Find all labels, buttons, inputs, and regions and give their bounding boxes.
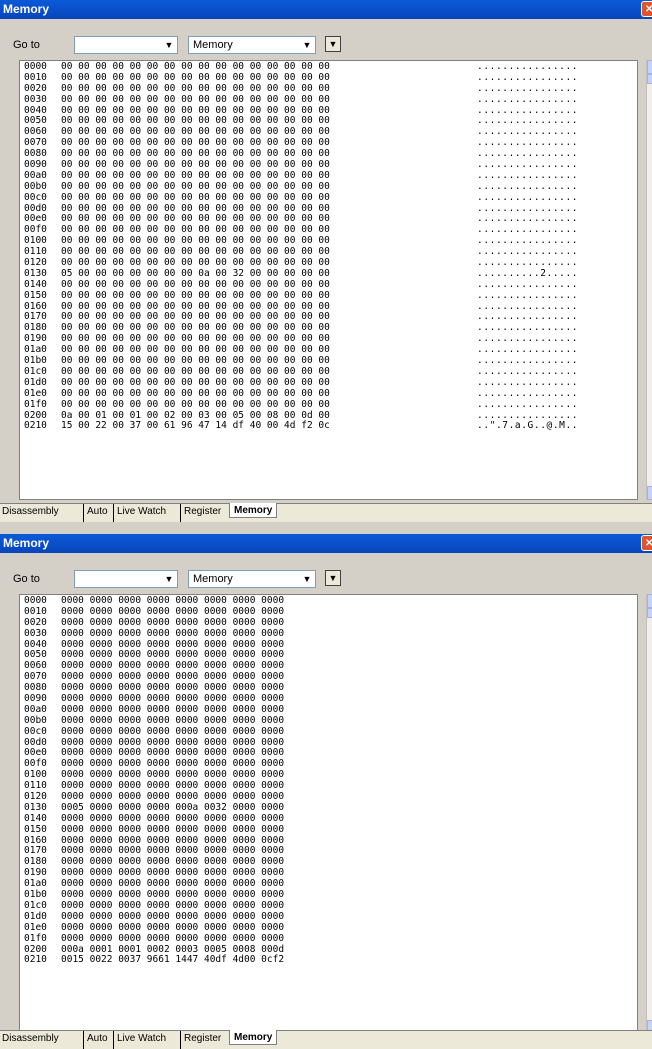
tab-memory[interactable]: Memory <box>229 1030 278 1045</box>
tab-live-watch[interactable]: Live Watch <box>117 506 166 517</box>
row-ascii: ................ <box>477 289 579 301</box>
memory-zone-value: Memory <box>193 39 233 51</box>
row-address: 0210 <box>24 954 47 966</box>
row-hex-values[interactable]: 15 00 22 00 37 00 61 96 47 14 df 40 00 4… <box>61 420 330 432</box>
tab-register[interactable]: Register <box>184 1033 221 1044</box>
memory-listing[interactable]: 0000 00 00 00 00 00 00 00 00 00 00 00 00 … <box>19 60 638 500</box>
tab-bar: Disassembly Auto Live Watch Register Mem… <box>0 1030 652 1049</box>
row-hex-values[interactable]: 0000 0000 0000 0000 0000 0000 0000 0000 <box>61 933 284 945</box>
row-hex-values[interactable]: 00 00 00 00 00 00 00 00 00 00 00 00 00 0… <box>61 94 330 106</box>
goto-input[interactable]: ▼ <box>74 36 178 54</box>
row-address: 0150 <box>24 289 47 301</box>
row-address: 01f0 <box>24 398 47 410</box>
tab-register[interactable]: Register <box>184 506 221 517</box>
window-titlebar[interactable]: Memory ✕ <box>0 534 652 553</box>
memory-window-bytes: Memory ✕ Go to ▼ Memory ▼ ▼ 0000 00 00 00… <box>0 0 652 522</box>
row-hex-values[interactable]: 0015 0022 0037 9661 1447 40df 4d00 0cf2 <box>61 954 284 966</box>
close-icon[interactable]: ✕ <box>641 1 652 17</box>
memory-zone-value: Memory <box>193 573 233 585</box>
memory-zone-select[interactable]: Memory ▼ <box>188 36 316 54</box>
tab-memory[interactable]: Memory <box>229 503 278 518</box>
tab-disassembly[interactable]: Disassembly <box>2 506 59 517</box>
row-hex-values[interactable]: 00 00 00 00 00 00 00 00 00 00 00 00 00 0… <box>61 290 330 302</box>
goto-label: Go to <box>13 39 40 51</box>
memory-zone-select[interactable]: Memory ▼ <box>188 570 316 588</box>
display-format-button[interactable]: ▼ <box>325 36 341 52</box>
window-title: Memory <box>3 536 50 550</box>
goto-label: Go to <box>13 573 40 585</box>
tab-auto[interactable]: Auto <box>87 1033 108 1044</box>
toolbar: Go to ▼ Memory ▼ ▼ <box>0 554 652 592</box>
row-ascii: ................ <box>477 191 579 203</box>
row-hex-values[interactable]: 0000 0000 0000 0000 0000 0000 0000 0000 <box>61 726 284 738</box>
row-hex-values[interactable]: 0000 0000 0000 0000 0000 0000 0000 0000 <box>61 628 284 640</box>
vertical-scrollbar[interactable]: ▲ ▼ <box>646 60 652 500</box>
row-address: 0030 <box>24 627 47 639</box>
scroll-thumb[interactable] <box>647 608 652 618</box>
row-address: 0210 <box>24 420 47 432</box>
chevron-down-icon[interactable]: ▼ <box>300 572 314 586</box>
goto-input[interactable]: ▼ <box>74 570 178 588</box>
chevron-down-icon[interactable]: ▼ <box>300 38 314 52</box>
row-hex-values[interactable]: 0000 0000 0000 0000 0000 0000 0000 0000 <box>61 922 284 934</box>
window-titlebar[interactable]: Memory ✕ <box>0 0 652 19</box>
memory-listing[interactable]: 0000 0000 0000 0000 0000 0000 0000 0000 0… <box>19 594 638 1034</box>
row-address: 01f0 <box>24 932 47 944</box>
memory-window-words: Memory ✕ Go to ▼ Memory ▼ ▼ 0000 0000 000… <box>0 534 652 1049</box>
toolbar: Go to ▼ Memory ▼ ▼ <box>0 20 652 58</box>
scroll-thumb[interactable] <box>647 74 652 84</box>
row-address: 00c0 <box>24 191 47 203</box>
tab-disassembly[interactable]: Disassembly <box>2 1033 59 1044</box>
close-icon[interactable]: ✕ <box>641 535 652 551</box>
row-hex-values[interactable]: 00 00 00 00 00 00 00 00 00 00 00 00 00 0… <box>61 192 330 204</box>
scroll-down-icon[interactable]: ▼ <box>647 486 652 500</box>
window-title: Memory <box>3 2 50 16</box>
vertical-scrollbar[interactable]: ▲ ▼ <box>646 594 652 1034</box>
row-address: 01e0 <box>24 921 47 933</box>
tab-live-watch[interactable]: Live Watch <box>117 1033 166 1044</box>
row-ascii: ................ <box>477 398 579 410</box>
tab-bar: Disassembly Auto Live Watch Register Mem… <box>0 503 652 522</box>
scroll-up-icon[interactable]: ▲ <box>647 594 652 608</box>
scroll-up-icon[interactable]: ▲ <box>647 60 652 74</box>
tab-auto[interactable]: Auto <box>87 506 108 517</box>
chevron-down-icon[interactable]: ▼ <box>162 572 176 586</box>
row-hex-values[interactable]: 00 00 00 00 00 00 00 00 00 00 00 00 00 0… <box>61 399 330 411</box>
row-address: 0030 <box>24 93 47 105</box>
row-ascii: ..".7.a.G..@.M.. <box>477 420 579 432</box>
row-ascii: ................ <box>477 387 579 399</box>
row-hex-values[interactable]: 0000 0000 0000 0000 0000 0000 0000 0000 <box>61 824 284 836</box>
row-address: 01e0 <box>24 387 47 399</box>
row-ascii: ................ <box>477 93 579 105</box>
row-address: 00c0 <box>24 725 47 737</box>
row-address: 0150 <box>24 823 47 835</box>
row-hex-values[interactable]: 00 00 00 00 00 00 00 00 00 00 00 00 00 0… <box>61 388 330 400</box>
chevron-down-icon[interactable]: ▼ <box>162 38 176 52</box>
display-format-button[interactable]: ▼ <box>325 570 341 586</box>
